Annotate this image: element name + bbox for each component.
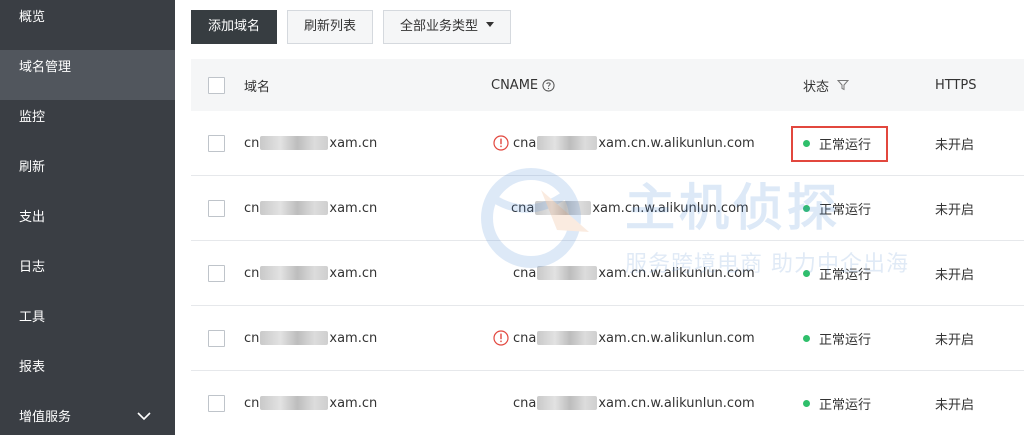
sidebar-item-label: 支出 <box>19 210 46 225</box>
caret-down-icon <box>486 22 495 27</box>
redacted-text <box>260 201 329 215</box>
table-row: cn xam.cn cna xam.cn.w.alikunlun.com 正常运行 … <box>191 306 1024 371</box>
cname-suffix: xam.cn.w.alikunlun.com <box>598 330 755 346</box>
redacted-text <box>260 396 329 410</box>
sidebar-item-label: 刷新 <box>19 160 46 175</box>
https-status: 未开启 <box>935 332 975 348</box>
redacted-text <box>260 136 329 150</box>
domain-suffix[interactable]: xam.cn <box>329 136 377 151</box>
sidebar-item-label: 域名管理 <box>19 60 72 75</box>
sidebar-item-label: 报表 <box>19 360 46 375</box>
cname-suffix: xam.cn.w.alikunlun.com <box>598 265 755 281</box>
sidebar-item-label: 日志 <box>19 260 46 275</box>
row-checkbox[interactable] <box>208 264 225 282</box>
header-cname: CNAME <box>491 77 539 93</box>
domain-prefix: cn <box>244 200 260 216</box>
status-text: 正常运行 <box>819 267 872 283</box>
cname-prefix: cna <box>513 135 537 151</box>
sidebar: 概览 域名管理 监控 刷新 支出 日志 工具 报表 增值服务 <box>0 0 175 435</box>
redacted-text <box>535 201 592 215</box>
domain-suffix[interactable]: xam.cn <box>329 266 377 281</box>
sidebar-item-domain-management[interactable]: 域名管理 <box>0 50 175 100</box>
https-status: 未开启 <box>935 202 975 218</box>
sidebar-item-reports[interactable]: 报表 <box>0 350 175 400</box>
domain-table: 域名 CNAME 状态 HTTPS cn xam.cn cna xam.cn.w.a… <box>191 59 1024 435</box>
redacted-text <box>537 266 598 280</box>
row-checkbox[interactable] <box>208 329 225 347</box>
table-row: cn xam.cn cna xam.cn.w.alikunlun.com 正常运行 … <box>191 111 1024 176</box>
toolbar: 添加域名 刷新列表 全部业务类型 <box>191 10 512 44</box>
domain-prefix: cn <box>244 395 260 411</box>
status-dot <box>803 204 810 212</box>
domain-prefix: cn <box>244 265 260 281</box>
select-all-checkbox[interactable] <box>208 76 225 94</box>
sidebar-item-refresh[interactable]: 刷新 <box>0 150 175 200</box>
row-checkbox[interactable] <box>208 134 225 152</box>
warning-icon[interactable] <box>493 135 509 151</box>
header-domain: 域名 <box>244 79 271 95</box>
sidebar-item-tools[interactable]: 工具 <box>0 300 175 350</box>
add-domain-button[interactable]: 添加域名 <box>191 10 278 44</box>
cname-suffix: xam.cn.w.alikunlun.com <box>592 200 749 216</box>
cname-suffix: xam.cn.w.alikunlun.com <box>598 135 755 151</box>
redacted-text <box>260 266 329 280</box>
table-row: cn xam.cn cna xam.cn.w.alikunlun.com 正常运行 … <box>191 176 1024 241</box>
sidebar-item-billing[interactable]: 支出 <box>0 200 175 250</box>
cname-prefix: cna <box>513 265 537 281</box>
sidebar-item-overview[interactable]: 概览 <box>0 0 175 50</box>
redacted-text <box>537 136 598 150</box>
status-text: 正常运行 <box>819 332 872 348</box>
row-checkbox[interactable] <box>208 199 225 217</box>
highlight-box <box>791 126 888 162</box>
header-https: HTTPS <box>935 77 977 93</box>
status-text: 正常运行 <box>819 397 872 413</box>
redacted-text <box>537 331 598 345</box>
domain-prefix: cn <box>244 135 260 151</box>
row-checkbox[interactable] <box>208 394 225 412</box>
sidebar-item-label: 工具 <box>19 310 46 325</box>
status-text: 正常运行 <box>819 202 872 218</box>
domain-suffix[interactable]: xam.cn <box>329 201 377 216</box>
domain-prefix: cn <box>244 330 260 346</box>
main-content: 添加域名 刷新列表 全部业务类型 域名 CNAME 状态 HTTPS cn xam… <box>175 0 1024 435</box>
cname-suffix: xam.cn.w.alikunlun.com <box>598 395 755 411</box>
sidebar-item-monitoring[interactable]: 监控 <box>0 100 175 150</box>
cname-prefix: cna <box>511 200 535 216</box>
sidebar-item-label: 概览 <box>19 10 46 25</box>
table-row: cn xam.cn cna xam.cn.w.alikunlun.com 正常运行 … <box>191 241 1024 306</box>
redacted-text <box>260 331 329 345</box>
sidebar-item-value-added-services[interactable]: 增值服务 <box>0 400 175 435</box>
warning-icon[interactable] <box>493 330 509 346</box>
redacted-text <box>537 396 598 410</box>
status-dot <box>803 269 810 277</box>
chevron-down-icon <box>137 412 151 421</box>
help-icon[interactable] <box>542 78 555 92</box>
sidebar-item-logs[interactable]: 日志 <box>0 250 175 300</box>
business-type-dropdown[interactable]: 全部业务类型 <box>383 10 512 44</box>
dropdown-label: 全部业务类型 <box>400 19 479 34</box>
cname-prefix: cna <box>513 395 537 411</box>
filter-icon[interactable] <box>837 79 850 91</box>
domain-suffix[interactable]: xam.cn <box>329 396 377 411</box>
cname-prefix: cna <box>513 330 537 346</box>
status-dot <box>803 399 810 407</box>
https-status: 未开启 <box>935 137 975 153</box>
refresh-list-button[interactable]: 刷新列表 <box>287 10 374 44</box>
status-dot <box>803 334 810 342</box>
https-status: 未开启 <box>935 397 975 413</box>
sidebar-item-label: 监控 <box>19 110 46 125</box>
sidebar-item-label: 增值服务 <box>19 410 72 425</box>
header-status: 状态 <box>803 79 830 95</box>
domain-suffix[interactable]: xam.cn <box>329 331 377 346</box>
table-row: cn xam.cn cna xam.cn.w.alikunlun.com 正常运行 … <box>191 371 1024 435</box>
https-status: 未开启 <box>935 267 975 283</box>
table-header: 域名 CNAME 状态 HTTPS <box>191 59 1024 111</box>
